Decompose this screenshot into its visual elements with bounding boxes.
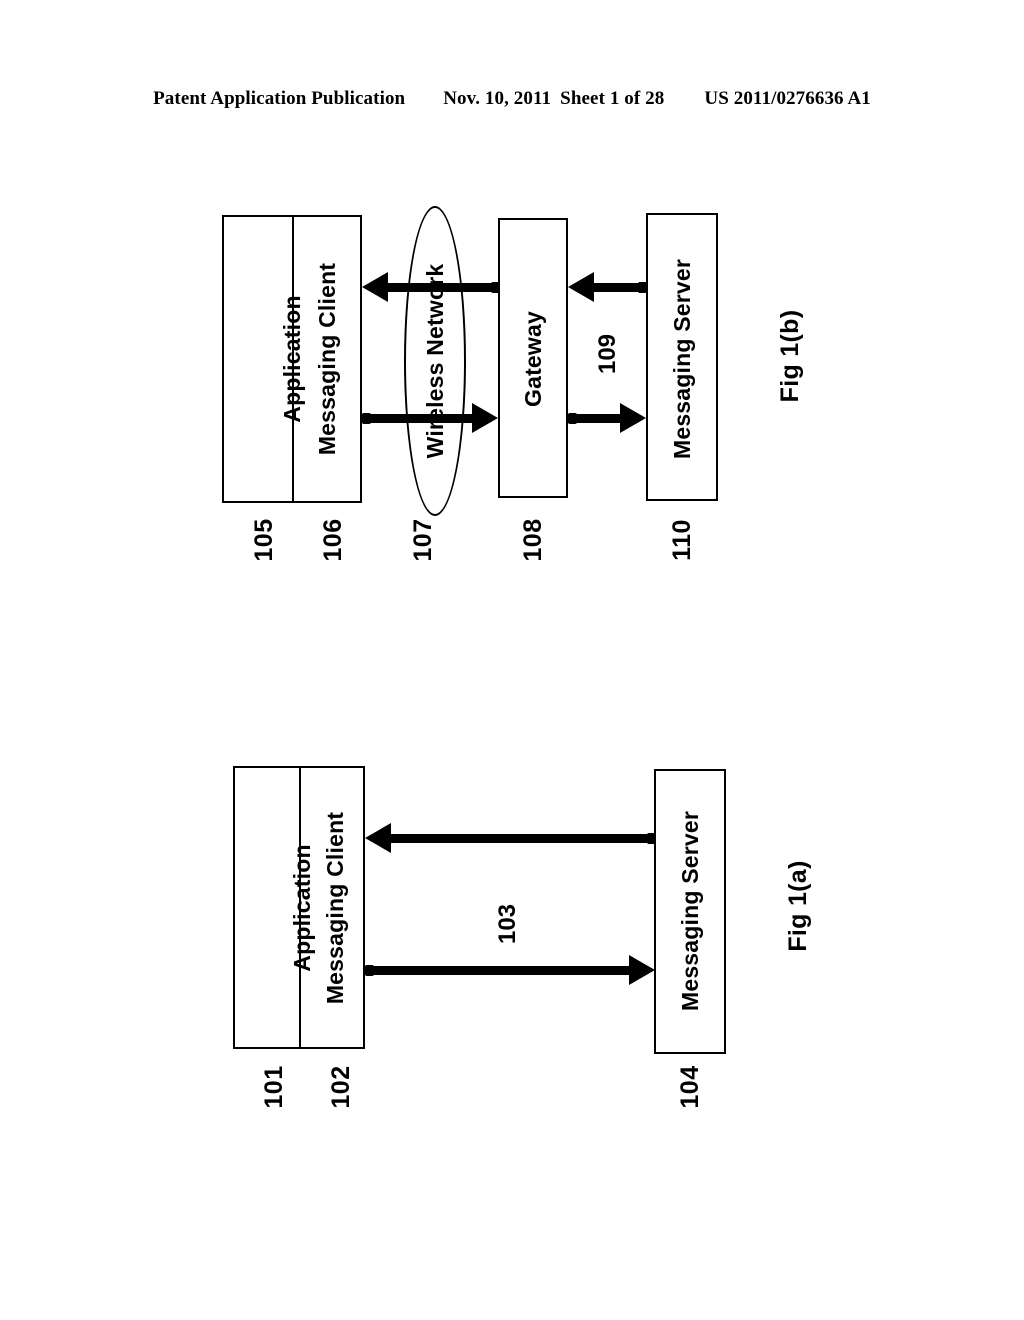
node-box-messaging-server-a: [654, 769, 726, 1054]
figure-caption-1a: Fig 1(a): [783, 860, 812, 952]
ref-num-101: 101: [259, 1065, 288, 1109]
node-box-application-client-a: [233, 766, 365, 1049]
edge-label-103: 103: [494, 903, 521, 945]
node-box-divider-a: [299, 768, 301, 1047]
figure-1a: Application Messaging Client Messaging S…: [0, 0, 1024, 1320]
ref-num-104: 104: [675, 1065, 704, 1109]
ref-num-102: 102: [326, 1065, 355, 1109]
